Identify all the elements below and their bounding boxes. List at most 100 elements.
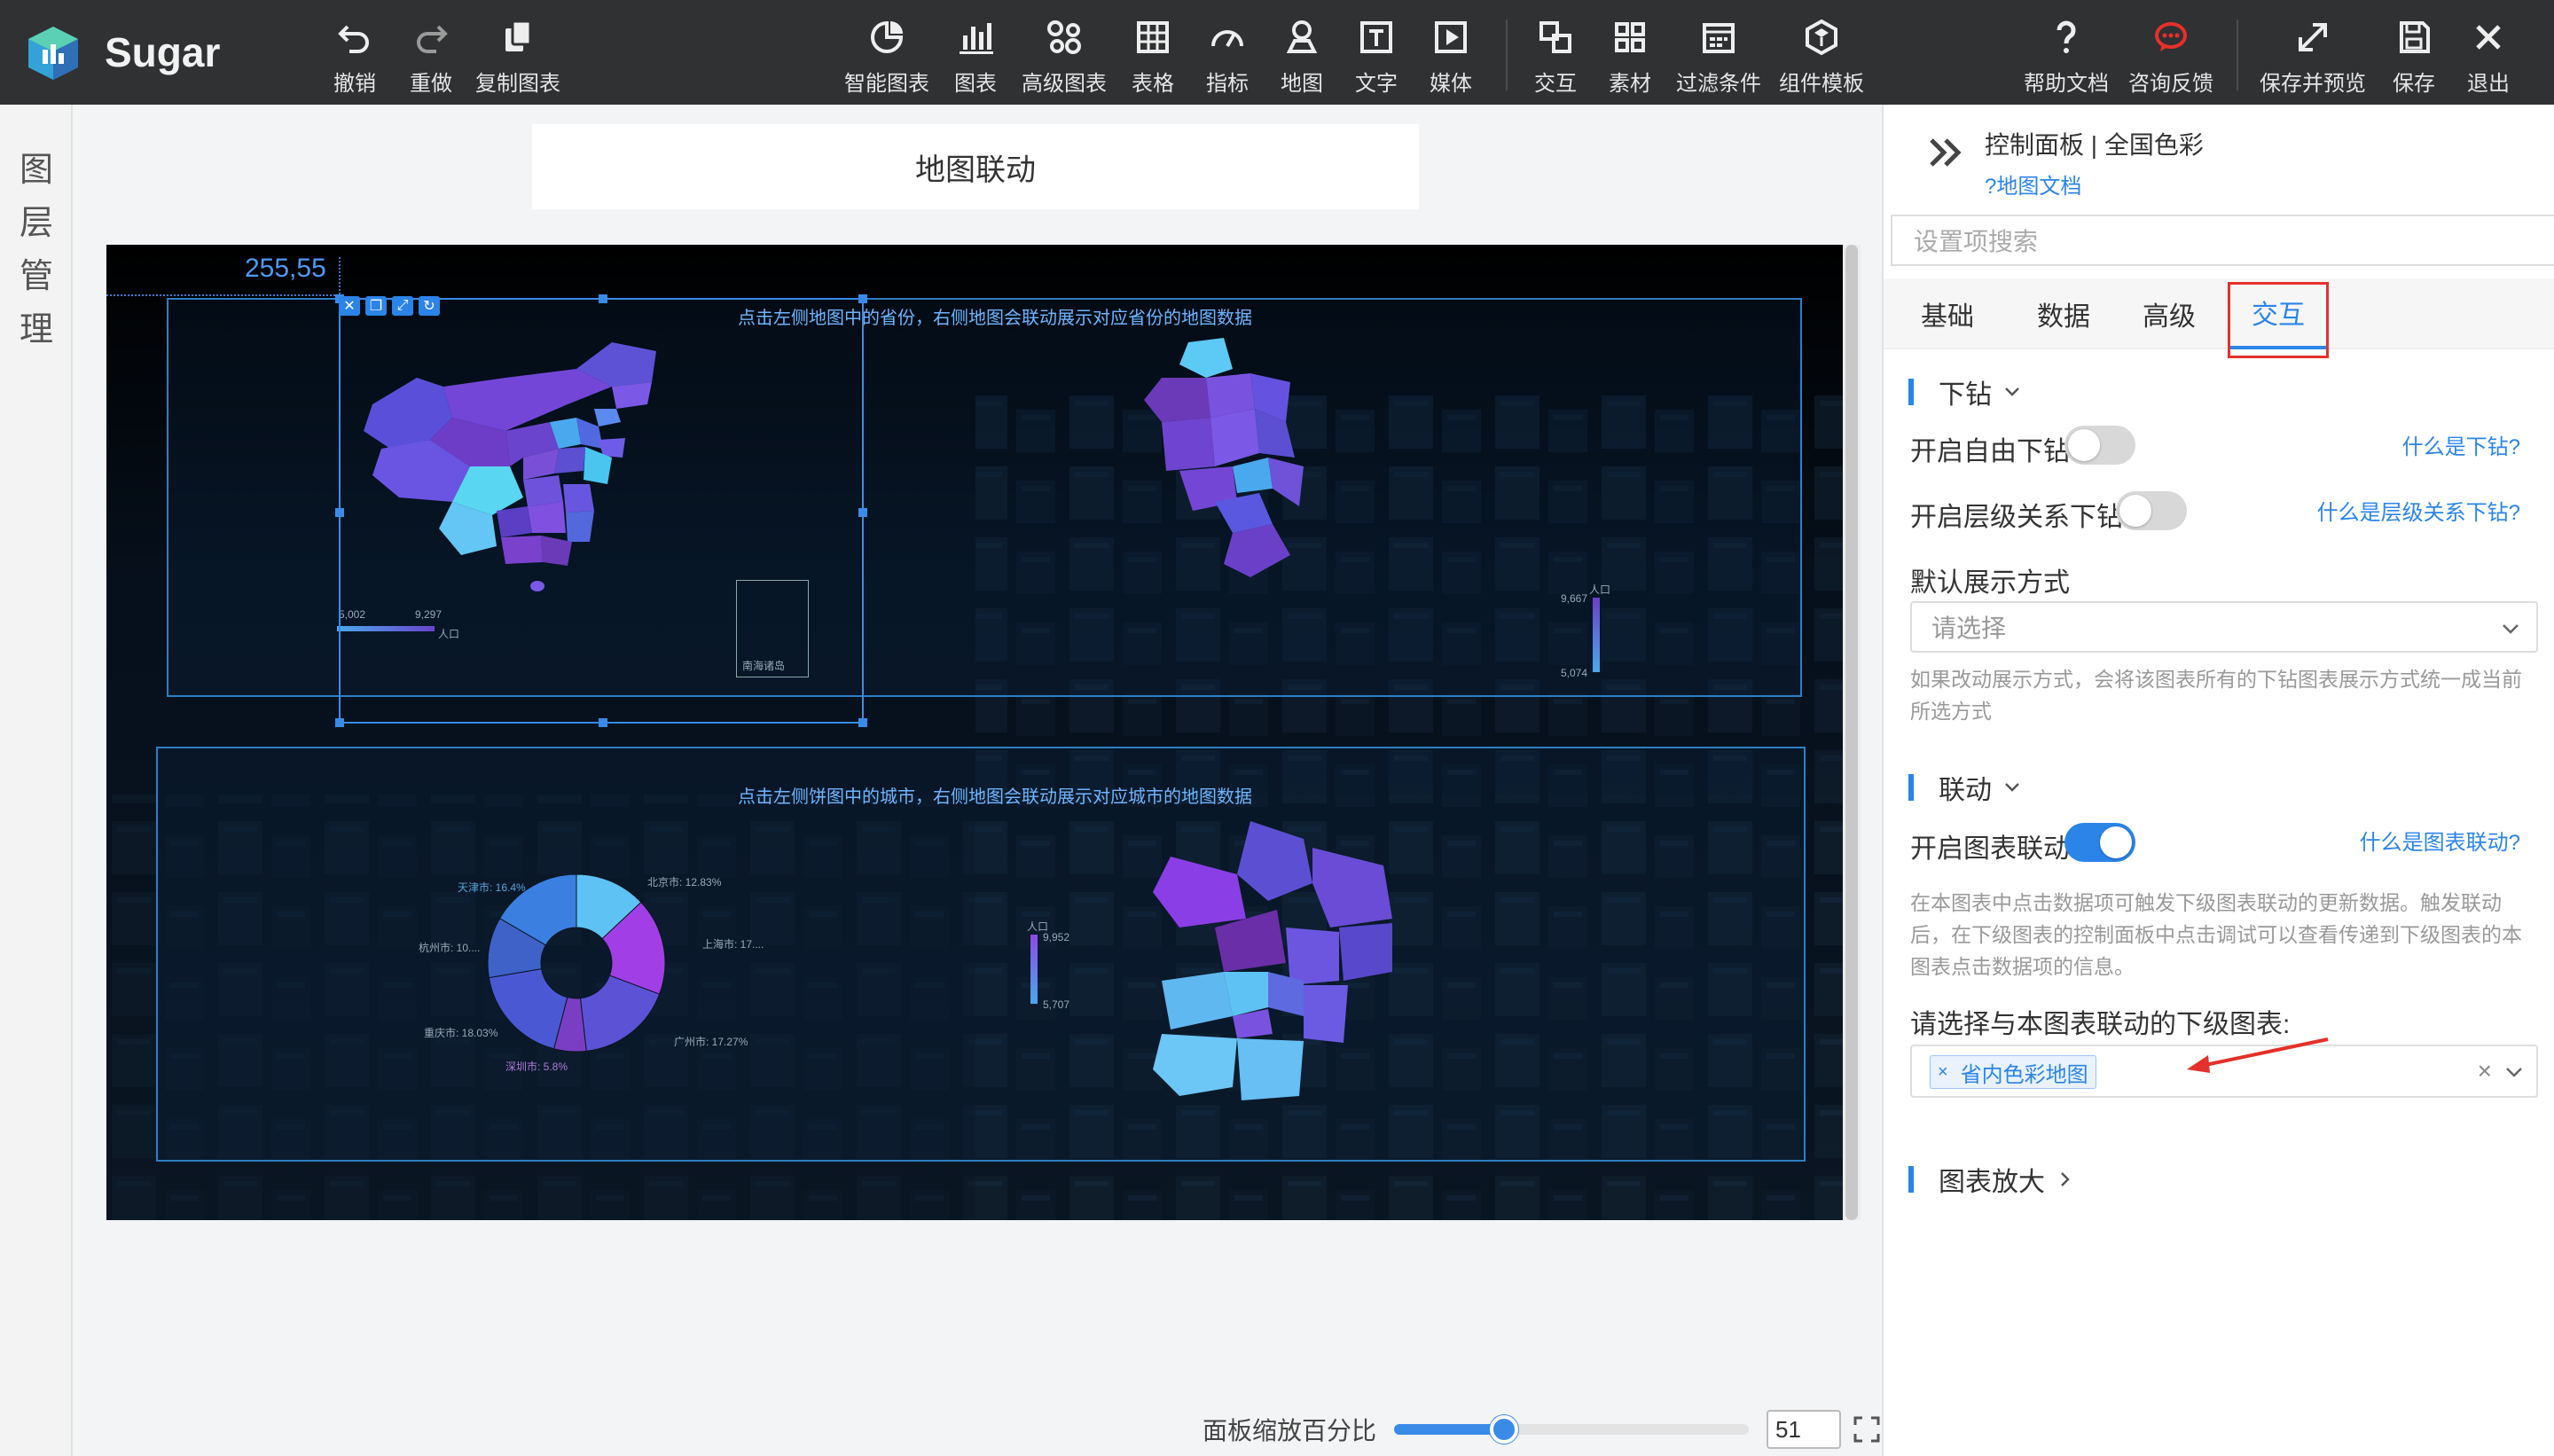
what-is-drill-link[interactable]: 什么是下钻? — [2402, 429, 2520, 460]
layer-management-panel[interactable]: 图层管理 — [0, 105, 73, 1456]
template-button[interactable]: 组件模板 — [1779, 18, 1864, 97]
media-button[interactable]: 媒体 — [1430, 18, 1472, 97]
resize-handle[interactable] — [858, 718, 867, 727]
district-tongzhou[interactable] — [1304, 985, 1348, 1043]
delete-icon[interactable]: ✕ — [339, 296, 360, 316]
zoom-slider[interactable] — [1394, 1415, 1750, 1444]
chart-linkage-toggle[interactable] — [2064, 823, 2135, 862]
chevron-down-icon — [2005, 387, 2019, 396]
redo-icon — [417, 25, 448, 53]
save-preview-button[interactable]: 保存并预览 — [2260, 18, 2366, 97]
city-suzhou[interactable] — [1179, 338, 1233, 378]
resize-handle[interactable] — [858, 508, 867, 517]
what-is-hierarchy-drill-link[interactable]: 什么是层级关系下钻? — [2317, 495, 2520, 526]
free-drill-toggle[interactable] — [2064, 426, 2135, 465]
drill-section-header[interactable]: 下钻 — [1908, 372, 2022, 411]
district-pinggu[interactable] — [1339, 923, 1392, 981]
district-shunyi[interactable] — [1286, 928, 1339, 985]
city-liuan[interactable] — [1162, 418, 1215, 471]
layer-management-label[interactable]: 图层管理 — [0, 105, 73, 356]
district-miyun[interactable] — [1312, 848, 1392, 928]
linkage-section-title: 联动 — [1939, 776, 1992, 805]
district-fangshan[interactable] — [1153, 1034, 1237, 1096]
what-is-linkage-link[interactable]: 什么是图表联动? — [2360, 825, 2520, 856]
scrollbar-thumb[interactable] — [1845, 245, 1858, 1220]
control-tabs: 基础 数据 高级 交互 — [1884, 278, 2554, 349]
pie-label-shenzhen: 深圳市: 5.8% — [505, 1061, 568, 1073]
district-yanqing[interactable] — [1153, 857, 1246, 928]
copy-chart-button[interactable]: 复制图表 — [475, 18, 560, 97]
fullscreen-icon[interactable]: ⤢ — [392, 296, 413, 316]
tab-advanced[interactable]: 高级 — [2116, 278, 2222, 349]
hierarchy-drill-toggle[interactable] — [2116, 491, 2187, 530]
tab-data[interactable]: 数据 — [2011, 278, 2116, 349]
save-button[interactable]: 保存 — [2393, 18, 2435, 97]
page-title[interactable]: 地图联动 — [532, 124, 1419, 209]
fullscreen-icon[interactable] — [1853, 1416, 1880, 1443]
undo-button[interactable]: 撤销 — [333, 18, 376, 97]
smart-chart-button[interactable]: 智能图表 — [844, 18, 929, 97]
settings-search-input[interactable]: 设置项搜索 — [1891, 215, 2554, 266]
filter-icon — [1703, 23, 1735, 53]
refresh-icon[interactable]: ↻ — [419, 296, 440, 316]
city-hefei[interactable] — [1210, 409, 1259, 466]
beijing-map[interactable] — [1126, 803, 1428, 1123]
help-docs-button[interactable]: 帮助文档 — [2024, 18, 2109, 97]
layer-management-char: 理 — [19, 311, 53, 348]
redo-button[interactable]: 重做 — [410, 18, 452, 97]
save-icon — [2400, 21, 2430, 53]
remove-tag-icon[interactable]: × — [1938, 1062, 1948, 1083]
city-donut-chart[interactable] — [479, 865, 674, 1061]
text-button[interactable]: 文字 — [1355, 18, 1398, 97]
toolbar-divider — [2237, 20, 2238, 90]
map-docs-link[interactable]: ?地图文档 — [1985, 168, 2081, 200]
city-tongling[interactable] — [1233, 458, 1273, 493]
district-huairou[interactable] — [1237, 821, 1312, 901]
tab-basic[interactable]: 基础 — [1884, 278, 2011, 349]
resize-handle[interactable] — [335, 718, 344, 727]
map-button[interactable]: 地图 — [1281, 18, 1323, 97]
city-xuancheng[interactable] — [1268, 458, 1304, 506]
section-marker — [1908, 379, 1914, 405]
table-button[interactable]: 表格 — [1132, 18, 1174, 97]
duplicate-icon[interactable]: ❐ — [365, 296, 387, 316]
resize-handle[interactable] — [599, 294, 607, 303]
anhui-legend-max: 9,667 — [1561, 592, 1588, 605]
sugar-logo-icon — [28, 27, 78, 80]
advanced-chart-button[interactable]: 高级图表 — [1022, 18, 1107, 97]
district-daxing[interactable] — [1237, 1038, 1304, 1100]
grid-icon — [1615, 22, 1645, 52]
chat-icon — [2155, 22, 2187, 51]
canvas-vertical-scrollbar[interactable] — [1843, 245, 1861, 1220]
resize-handle[interactable] — [335, 508, 344, 517]
map-pin-icon — [1286, 20, 1318, 53]
linkage-section-header[interactable]: 联动 — [1908, 768, 2022, 807]
district-mentougou[interactable] — [1162, 972, 1233, 1029]
chart-zoom-section-header[interactable]: 图表放大 — [1908, 1160, 2075, 1199]
clear-selection-icon[interactable]: × — [2478, 1057, 2492, 1085]
chart-button[interactable]: 图表 — [954, 18, 997, 97]
selection-toolbar: ✕ ❐ ⤢ ↻ — [339, 296, 440, 316]
exit-button[interactable]: 退出 — [2467, 18, 2510, 97]
anhui-map[interactable] — [1126, 333, 1339, 635]
save-label: 保存 — [2393, 72, 2435, 96]
pie-label-hangzhou: 杭州市: 10.... — [419, 942, 481, 954]
assets-button[interactable]: 素材 — [1609, 18, 1651, 97]
feedback-label: 咨询反馈 — [2128, 72, 2213, 96]
display-mode-select[interactable]: 请选择 — [1910, 601, 2538, 653]
resize-handle[interactable] — [599, 718, 607, 727]
metric-button[interactable]: 指标 — [1206, 18, 1249, 97]
collapse-panel-icon[interactable] — [1926, 135, 1965, 170]
text-icon — [1360, 21, 1392, 53]
selected-chart-box[interactable] — [335, 294, 867, 727]
feedback-button[interactable]: 咨询反馈 — [2128, 18, 2213, 97]
dashboard-board[interactable]: 点击左侧地图中的省份，右侧地图会联动展示对应省份的地图数据 5,002 9,29… — [106, 245, 1845, 1220]
zoom-value-input[interactable]: 51 — [1767, 1410, 1842, 1449]
filter-button[interactable]: 过滤条件 — [1676, 18, 1761, 97]
pie-slice[interactable] — [488, 968, 568, 1050]
zoom-slider-thumb[interactable] — [1489, 1415, 1518, 1444]
resize-handle[interactable] — [858, 294, 867, 303]
pie-legend-max: 9,952 — [1043, 931, 1070, 943]
interaction-button[interactable]: 交互 — [1534, 18, 1577, 97]
city-fuyang[interactable] — [1144, 378, 1210, 422]
